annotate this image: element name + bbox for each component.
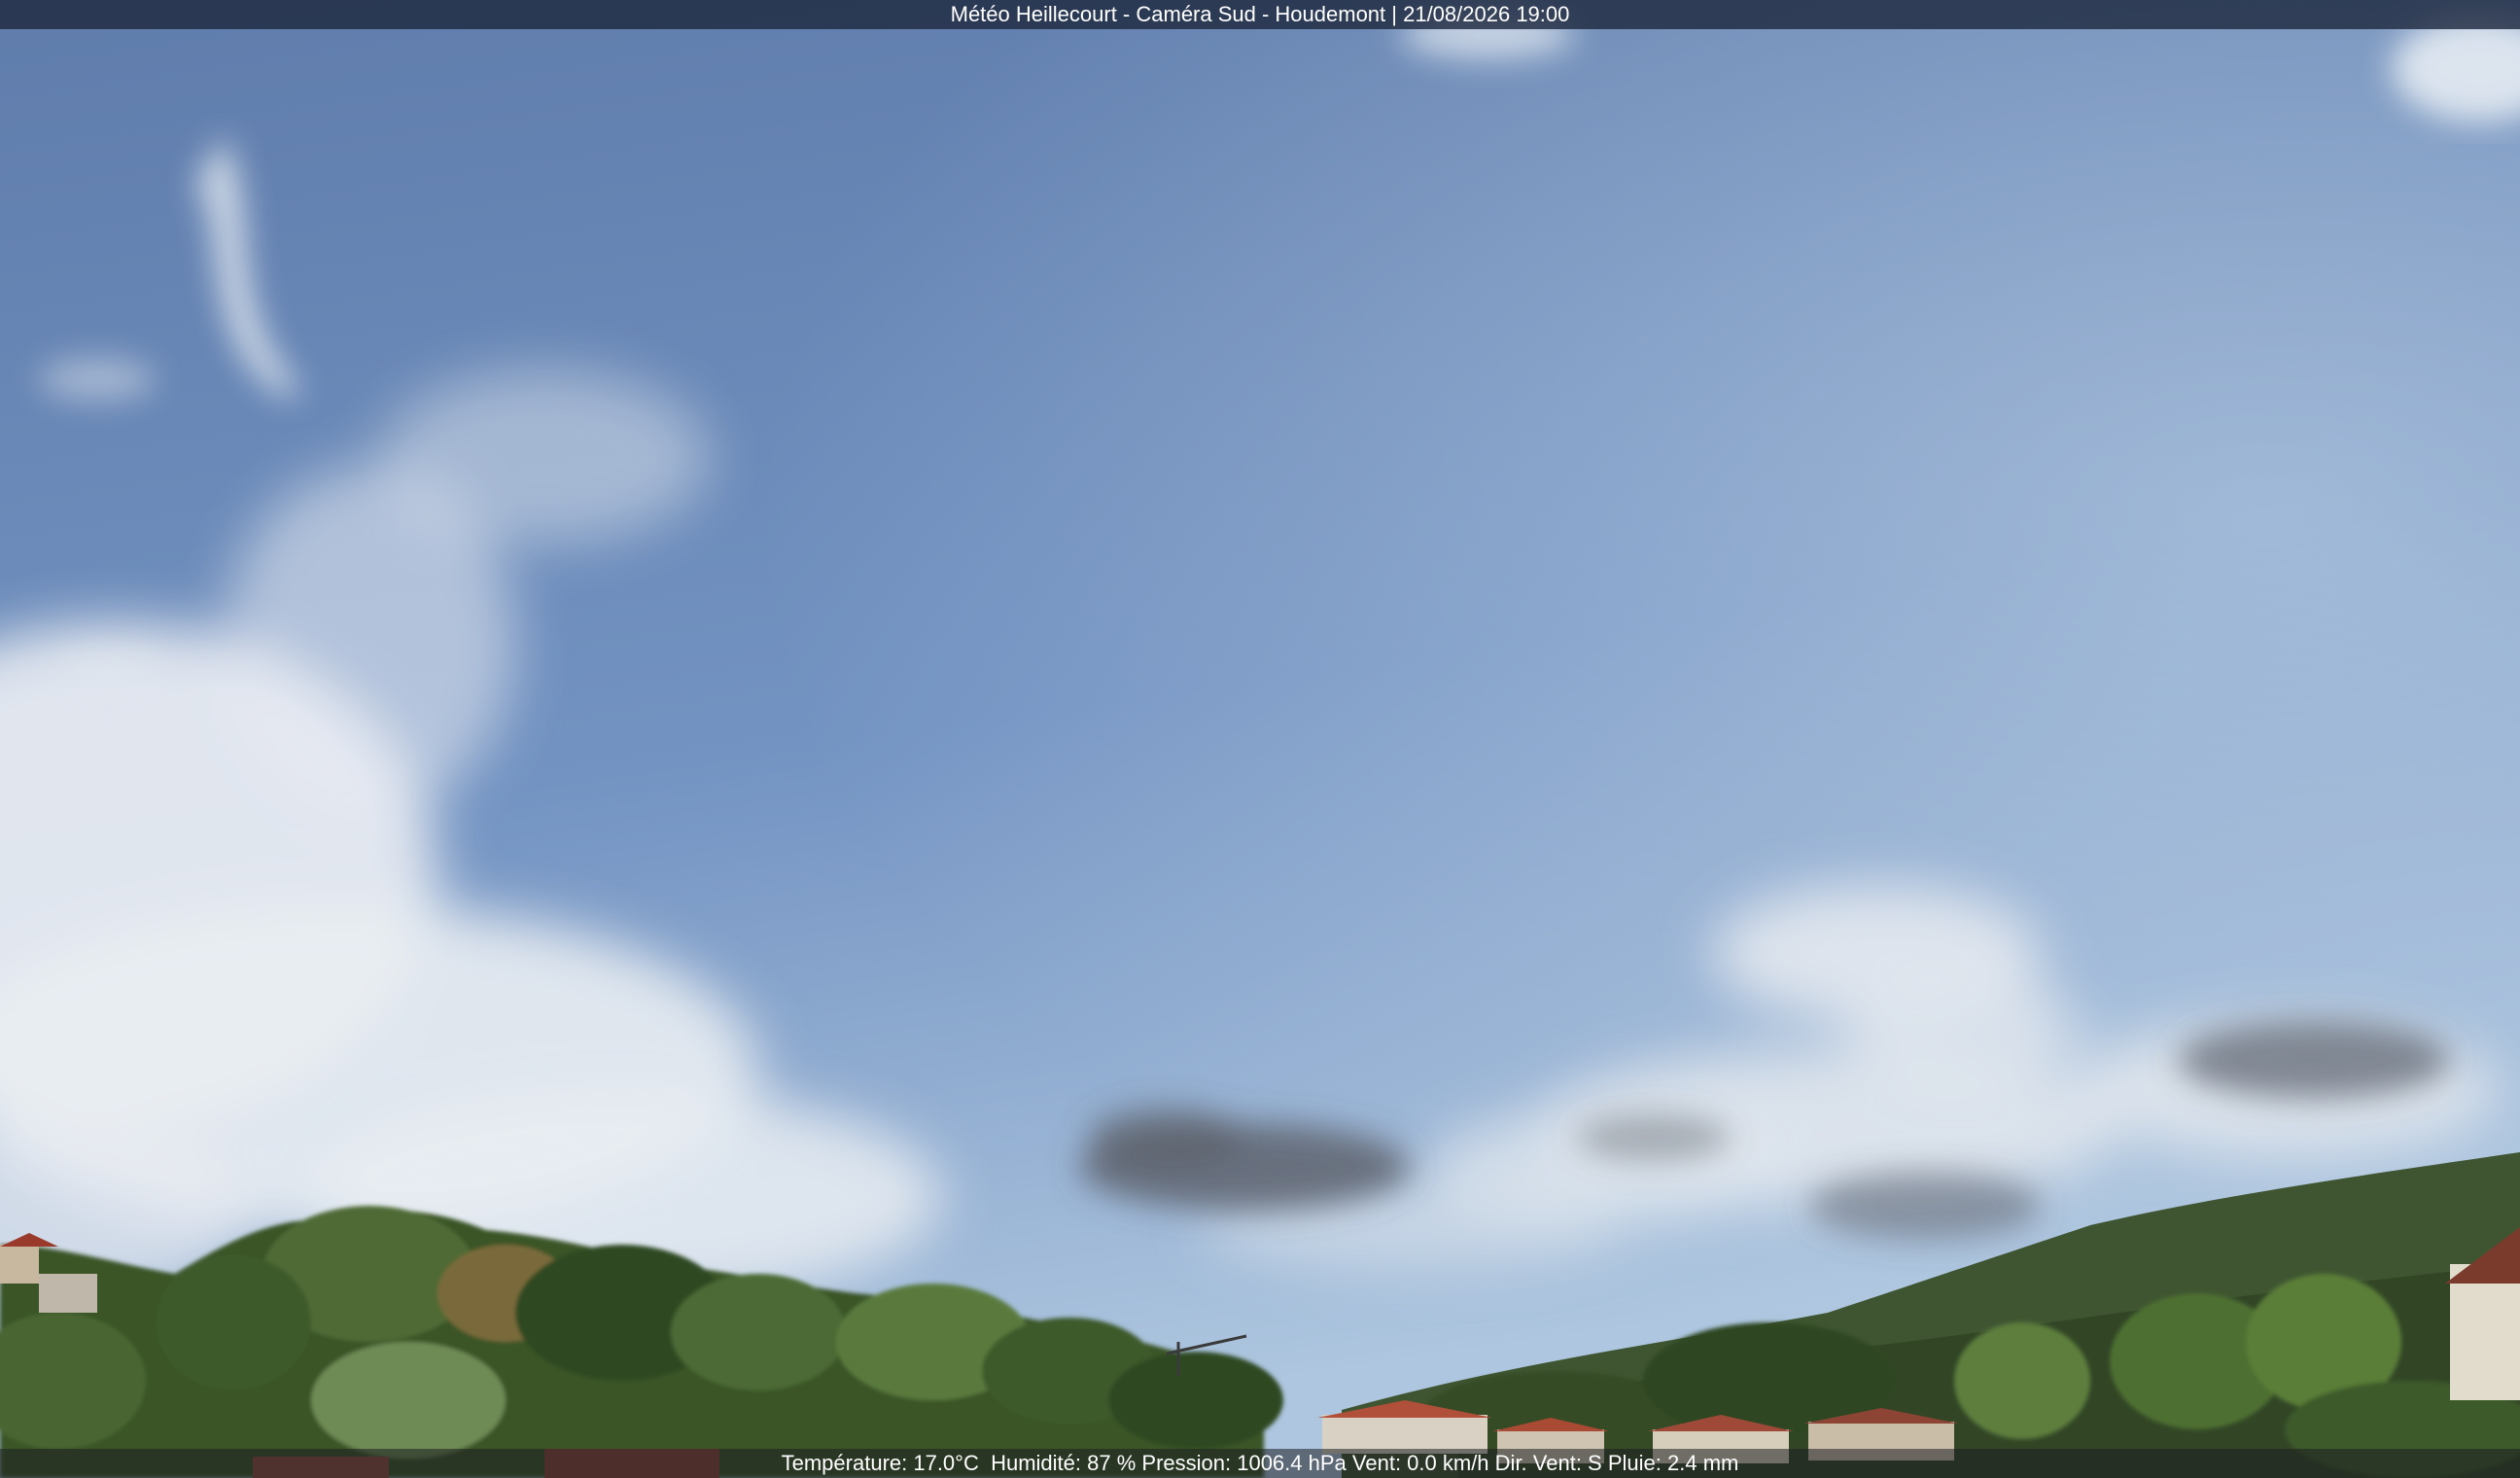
pressure-readout: Pression: 1006.4 hPa xyxy=(1141,1451,1347,1475)
webcam-title-bar: Météo Heillecourt - Caméra Sud - Houdemo… xyxy=(0,0,2520,29)
webcam-scene xyxy=(0,0,2520,1478)
rain-readout: Pluie: 2.4 mm xyxy=(1607,1451,1739,1475)
wind-direction-readout: Dir. Vent: S xyxy=(1494,1451,1602,1475)
humidity-readout: Humidité: 87 % xyxy=(991,1451,1137,1475)
webcam-frame: Météo Heillecourt - Caméra Sud - Houdemo… xyxy=(0,0,2520,1478)
wind-speed-readout: Vent: 0.0 km/h xyxy=(1351,1451,1489,1475)
weather-readout-bar: Température: 17.0°C Humidité: 87 % Press… xyxy=(0,1449,2520,1478)
temperature-readout: Température: 17.0°C xyxy=(781,1451,979,1475)
